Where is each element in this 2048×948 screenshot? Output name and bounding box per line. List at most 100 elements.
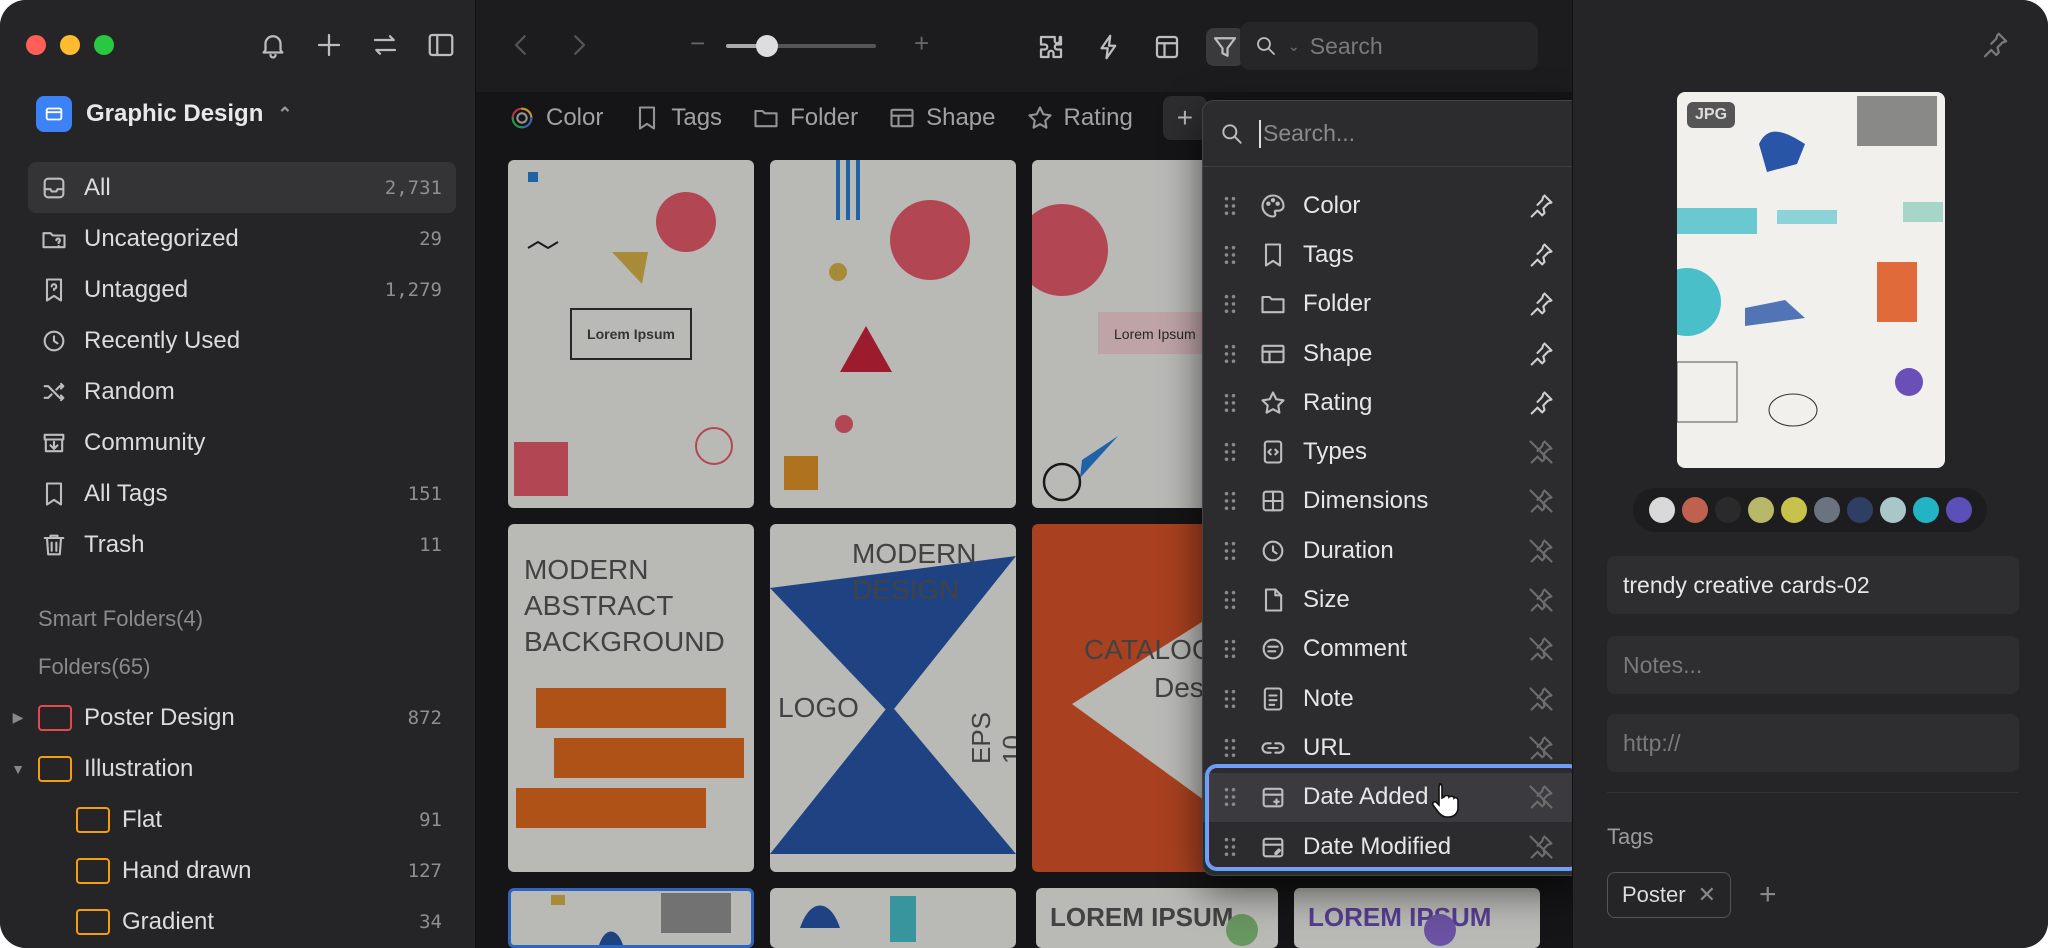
folder-icon xyxy=(38,704,72,731)
image-preview[interactable]: JPG xyxy=(1677,92,1945,468)
folder-count: 91 xyxy=(419,808,442,831)
pin-icon[interactable] xyxy=(1525,290,1557,318)
sidebar-item-trash[interactable]: Trash 11 xyxy=(28,519,456,570)
zoom-slider[interactable] xyxy=(726,35,876,57)
color-swatch[interactable] xyxy=(1879,497,1906,523)
folder-item[interactable]: Gradient 34 xyxy=(0,896,456,947)
color-swatch[interactable] xyxy=(1846,497,1873,523)
filter-option-color[interactable]: Color xyxy=(1203,181,1585,230)
unpin-icon[interactable] xyxy=(1525,537,1557,565)
drag-handle-icon[interactable] xyxy=(1223,687,1237,710)
filter-option-size[interactable]: Size xyxy=(1203,575,1585,624)
back-icon[interactable] xyxy=(506,30,536,60)
sidebar-item-random[interactable]: Random xyxy=(28,366,456,417)
drag-handle-icon[interactable] xyxy=(1223,293,1237,316)
sidebar-item-label: Recently Used xyxy=(84,326,241,354)
unpin-icon[interactable] xyxy=(1525,487,1557,515)
tag-chip[interactable]: Poster ✕ xyxy=(1607,872,1732,918)
sidebar-toolbar xyxy=(258,30,456,60)
forward-icon[interactable] xyxy=(564,30,594,60)
disclosure-icon[interactable]: ▶ xyxy=(8,709,28,726)
drag-handle-icon[interactable] xyxy=(1223,243,1237,266)
flash-icon[interactable] xyxy=(1090,28,1128,66)
hand-cursor-icon xyxy=(1431,783,1459,818)
plus-icon[interactable] xyxy=(314,30,344,60)
sidebar-item-untagged[interactable]: Untagged 1,279 xyxy=(28,264,456,315)
zoom-window-button[interactable] xyxy=(94,35,114,55)
sidebar-item-uncategorized[interactable]: Uncategorized 29 xyxy=(28,213,456,264)
tags-title: Tags xyxy=(1607,824,1654,849)
drag-handle-icon[interactable] xyxy=(1223,589,1237,612)
folder-item[interactable]: Hand drawn 127 xyxy=(0,845,456,896)
zoom-slider-knob[interactable] xyxy=(755,35,778,57)
unpin-icon[interactable] xyxy=(1525,438,1557,466)
filter-option-shape[interactable]: Shape xyxy=(1203,329,1585,378)
filter-option-rating[interactable]: Rating xyxy=(1203,378,1585,427)
search-input[interactable]: ⌄ Search xyxy=(1240,22,1538,70)
filter-icon[interactable] xyxy=(1206,28,1244,66)
color-swatch[interactable] xyxy=(1747,497,1774,523)
color-swatch[interactable] xyxy=(1681,497,1708,523)
unpin-icon[interactable] xyxy=(1525,685,1557,713)
pin-icon[interactable] xyxy=(1525,241,1557,269)
close-window-button[interactable] xyxy=(26,35,46,55)
pin-icon[interactable] xyxy=(1525,389,1557,417)
unpin-icon[interactable] xyxy=(1525,734,1557,762)
notes-field[interactable]: Notes... xyxy=(1607,636,2019,694)
remove-tag-icon[interactable]: ✕ xyxy=(1698,882,1716,908)
library-switcher[interactable]: Graphic Design ⌃ xyxy=(36,96,292,132)
filter-option-note[interactable]: Note xyxy=(1203,674,1585,723)
minimize-window-button[interactable] xyxy=(60,35,80,55)
sidebar-item-all-tags[interactable]: All Tags 151 xyxy=(28,468,456,519)
drag-handle-icon[interactable] xyxy=(1223,342,1237,365)
library-name: Graphic Design xyxy=(86,100,264,127)
selection-highlight xyxy=(1205,764,1581,871)
folder-item[interactable]: ▼ Illustration xyxy=(0,743,456,794)
bell-icon[interactable] xyxy=(258,30,288,60)
color-swatch[interactable] xyxy=(1813,497,1840,523)
pin-icon[interactable] xyxy=(1980,30,2010,60)
color-swatch[interactable] xyxy=(1714,497,1741,523)
filter-option-folder[interactable]: Folder xyxy=(1203,280,1585,329)
drag-handle-icon[interactable] xyxy=(1223,638,1237,661)
drag-handle-icon[interactable] xyxy=(1223,194,1237,217)
color-swatch[interactable] xyxy=(1780,497,1807,523)
add-tag-button[interactable]: + xyxy=(1759,878,1777,912)
drag-handle-icon[interactable] xyxy=(1223,539,1237,562)
sidebar-item-community[interactable]: Community xyxy=(28,417,456,468)
drag-handle-icon[interactable] xyxy=(1223,441,1237,464)
layout-icon[interactable] xyxy=(1148,28,1186,66)
url-field[interactable]: http:// xyxy=(1607,714,2019,772)
pin-icon[interactable] xyxy=(1525,340,1557,368)
color-swatch[interactable] xyxy=(1648,497,1675,523)
sidebar-item-recently-used[interactable]: Recently Used xyxy=(28,315,456,366)
smart-folders-title[interactable]: Smart Folders(4) xyxy=(38,606,203,632)
filter-option-duration[interactable]: Duration xyxy=(1203,526,1585,575)
swap-icon[interactable] xyxy=(370,30,400,60)
puzzle-icon[interactable] xyxy=(1032,28,1070,66)
filter-option-tags[interactable]: Tags xyxy=(1203,230,1585,279)
color-swatch[interactable] xyxy=(1945,497,1972,523)
drag-handle-icon[interactable] xyxy=(1223,490,1237,513)
sidebar-item-count: 11 xyxy=(419,533,442,556)
filter-option-types[interactable]: Types xyxy=(1203,427,1585,476)
zoom-in-icon[interactable]: + xyxy=(914,28,929,59)
filter-option-comment[interactable]: Comment xyxy=(1203,625,1585,674)
filter-search-input[interactable]: Search... xyxy=(1203,101,1583,167)
drag-handle-icon[interactable] xyxy=(1223,391,1237,414)
folder-item[interactable]: ▶ Poster Design 872 xyxy=(0,692,456,743)
sidebar-item-all[interactable]: All 2,731 xyxy=(28,162,456,213)
sidebar-toggle-icon[interactable] xyxy=(426,30,456,60)
color-swatch[interactable] xyxy=(1912,497,1939,523)
disclosure-icon[interactable]: ▼ xyxy=(8,761,28,777)
unpin-icon[interactable] xyxy=(1525,635,1557,663)
filter-option-dimensions[interactable]: Dimensions xyxy=(1203,477,1585,526)
folders-title[interactable]: Folders(65) xyxy=(38,654,150,680)
name-field[interactable]: trendy creative cards-02 xyxy=(1607,556,2019,614)
folder-item[interactable]: Flat 91 xyxy=(0,794,456,845)
pin-icon[interactable] xyxy=(1525,192,1557,220)
sidebar-item-count: 1,279 xyxy=(384,278,442,301)
unpin-icon[interactable] xyxy=(1525,586,1557,614)
zoom-out-icon[interactable]: − xyxy=(690,28,705,59)
drag-handle-icon[interactable] xyxy=(1223,736,1237,759)
